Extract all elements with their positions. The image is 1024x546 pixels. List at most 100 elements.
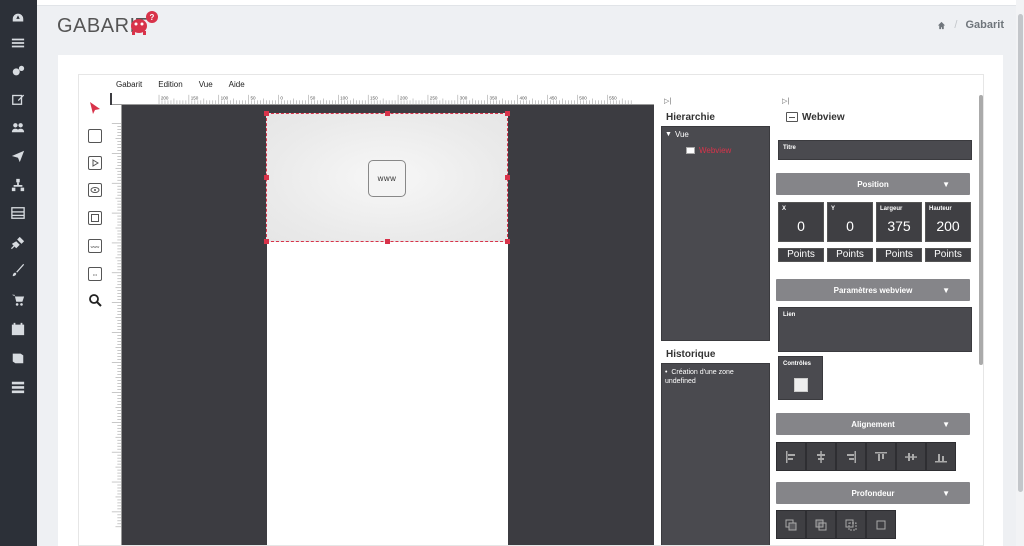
hierarchy-toggle[interactable]: ▷|	[664, 97, 671, 105]
home-icon[interactable]	[937, 21, 946, 30]
vertical-ruler	[110, 105, 122, 545]
depth-section-header[interactable]: Profondeur ▼	[776, 482, 970, 504]
resize-handle[interactable]	[264, 111, 269, 116]
align-top-icon[interactable]	[866, 442, 896, 471]
align-right-icon[interactable]	[836, 442, 866, 471]
cart-icon[interactable]	[10, 292, 26, 308]
zoom-icon[interactable]	[88, 293, 102, 307]
menu-bar: Gabarit Edition Vue Aide	[79, 75, 654, 93]
properties-toggle[interactable]: ▷|	[782, 97, 789, 105]
webview-params-section-header[interactable]: Paramètres webview ▼	[776, 279, 970, 301]
server-icon[interactable]	[10, 379, 26, 395]
history-entry[interactable]: • Création d'une zone undefined	[665, 368, 765, 386]
ruler-label: 0	[280, 95, 283, 100]
ruler-label: 550	[609, 95, 617, 100]
table-icon[interactable]	[10, 205, 26, 221]
position-y-unit[interactable]: Points	[827, 248, 873, 262]
ruler-label: 200	[400, 95, 408, 100]
menu-aide[interactable]: Aide	[229, 80, 245, 89]
bring-forward-icon[interactable]	[806, 510, 836, 539]
ruler-label: 450	[549, 95, 557, 100]
controles-field: Contrôles	[778, 356, 823, 400]
page-scrollbar-thumb[interactable]	[1018, 14, 1023, 492]
resize-handle[interactable]	[505, 111, 510, 116]
properties-pane: ▷| ▷| Hierarchie ▼ Vue Webview Historiqu…	[654, 75, 983, 545]
ruler-label: 500	[579, 95, 587, 100]
resize-handle[interactable]	[505, 175, 510, 180]
resize-handle[interactable]	[264, 239, 269, 244]
resize-handle[interactable]	[385, 239, 390, 244]
design-canvas[interactable]: www	[122, 105, 654, 545]
ruler-label: 400	[519, 95, 527, 100]
tree-node-vue[interactable]: ▼ Vue	[665, 130, 689, 139]
ruler-label: 100	[340, 95, 348, 100]
align-bottom-icon[interactable]	[926, 442, 956, 471]
horizontal-ruler: 200 150 100 50 0 50 100 150 200 250 300 350 400 450 50…	[112, 93, 655, 105]
users-icon[interactable]	[10, 119, 26, 135]
resize-handle[interactable]	[264, 175, 269, 180]
top-bar	[37, 0, 1024, 6]
www-tool-icon[interactable]: www	[88, 239, 102, 253]
expand-icon: ▼	[665, 131, 672, 138]
editor-scrollbar[interactable]	[979, 95, 983, 365]
history-title: Historique	[666, 349, 716, 360]
send-backward-icon[interactable]	[836, 510, 866, 539]
edit-icon[interactable]	[10, 91, 26, 107]
book-icon[interactable]	[10, 350, 26, 366]
menu-edition[interactable]: Edition	[158, 80, 182, 89]
lien-field[interactable]: Lien	[778, 307, 972, 352]
caret-down-icon: ▼	[942, 285, 950, 295]
gears-icon[interactable]	[10, 63, 26, 79]
position-width-field[interactable]: Largeur 375	[876, 202, 922, 242]
position-height-unit[interactable]: Points	[925, 248, 971, 262]
controles-checkbox[interactable]	[794, 378, 808, 392]
brush-icon[interactable]	[10, 262, 26, 278]
gabarit-editor: Gabarit Edition Vue Aide www ••• 200 150 1…	[78, 74, 984, 546]
position-height-field[interactable]: Hauteur 200	[925, 202, 971, 242]
sitemap-icon[interactable]	[10, 177, 26, 193]
rectangle-tool-icon[interactable]	[88, 129, 102, 143]
dashboard-icon[interactable]	[10, 10, 26, 26]
align-center-h-icon[interactable]	[806, 442, 836, 471]
element-title: Webview	[802, 112, 845, 123]
dots-tool-icon[interactable]: •••	[88, 267, 102, 281]
calendar-icon[interactable]	[10, 321, 26, 337]
menu-vue[interactable]: Vue	[199, 80, 213, 89]
www-placeholder: www	[368, 160, 406, 197]
breadcrumb-separator: /	[954, 19, 958, 31]
titre-field[interactable]: Titre	[778, 140, 972, 160]
history-panel: • Création d'une zone undefined	[661, 363, 770, 545]
play-tool-icon[interactable]	[88, 156, 102, 170]
position-x-field[interactable]: X 0	[778, 202, 824, 242]
ruler-label: 50	[310, 95, 316, 100]
ruler-label: 350	[490, 95, 498, 100]
ruler-label: 100	[221, 95, 229, 100]
plug-icon[interactable]	[10, 235, 26, 251]
resize-handle[interactable]	[505, 239, 510, 244]
position-section-header[interactable]: Position ▼	[776, 173, 970, 195]
list-icon[interactable]	[10, 35, 26, 51]
svg-text:?: ?	[150, 13, 155, 22]
align-center-v-icon[interactable]	[896, 442, 926, 471]
resize-handle[interactable]	[385, 111, 390, 116]
logo-icon: ?	[131, 11, 158, 35]
position-width-unit[interactable]: Points	[876, 248, 922, 262]
eye-tool-icon[interactable]	[88, 183, 102, 197]
frame-tool-icon[interactable]	[88, 211, 102, 225]
tree-node-webview[interactable]: Webview	[686, 146, 731, 155]
bring-to-front-icon[interactable]	[776, 510, 806, 539]
tool-palette: www •••	[79, 93, 110, 545]
position-y-field[interactable]: Y 0	[827, 202, 873, 242]
position-x-unit[interactable]: Points	[778, 248, 824, 262]
ruler-label: 50	[250, 95, 256, 100]
pointer-icon[interactable]	[88, 101, 102, 115]
align-left-icon[interactable]	[776, 442, 806, 471]
hierarchy-panel: ▼ Vue Webview	[661, 126, 770, 341]
alignment-section-header[interactable]: Alignement ▼	[776, 413, 970, 435]
webview-zone[interactable]: www	[264, 111, 510, 244]
left-sidebar	[0, 0, 37, 546]
menu-gabarit[interactable]: Gabarit	[116, 80, 142, 89]
send-to-back-icon[interactable]	[866, 510, 896, 539]
paper-plane-icon[interactable]	[10, 148, 26, 164]
webview-node-icon	[686, 147, 695, 154]
